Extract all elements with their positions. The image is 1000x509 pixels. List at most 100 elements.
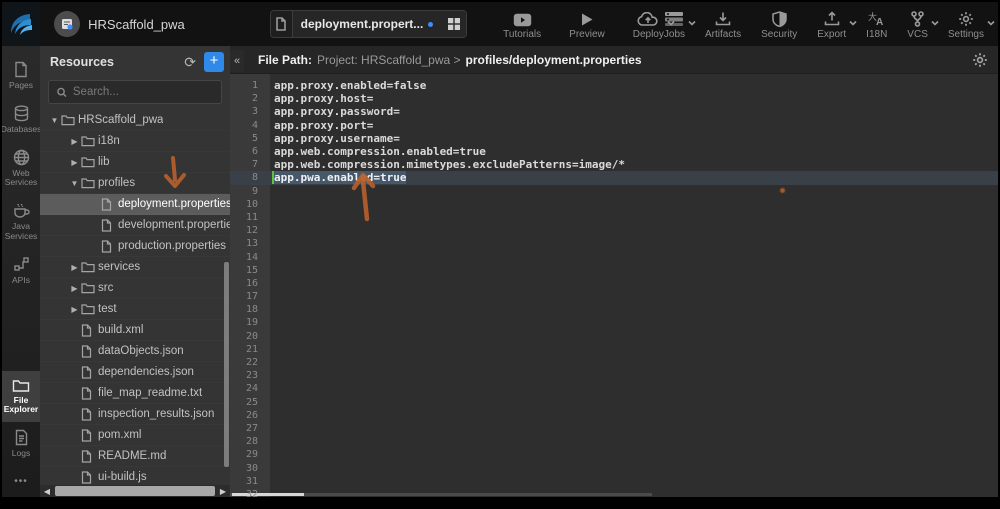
code-line-4[interactable]: 4app.proxy.port= (230, 119, 998, 132)
code-line-24[interactable]: 24 (230, 382, 998, 395)
tree-item-label: deployment.properties (118, 198, 230, 210)
scroll-right-icon[interactable]: ▶ (216, 485, 230, 497)
scroll-left-icon[interactable]: ◀ (40, 485, 54, 497)
tree-item-i18n[interactable]: ▶i18n (40, 131, 230, 152)
code-line-22[interactable]: 22 (230, 356, 998, 369)
code-line-23[interactable]: 23 (230, 369, 998, 382)
tree-item-ui-build-js[interactable]: ui-build.js (40, 467, 230, 485)
vcs-button[interactable]: VCS (907, 9, 928, 40)
code-line-28[interactable]: 28 (230, 435, 998, 448)
code-line-20[interactable]: 20 (230, 330, 998, 343)
sidebar-item-java-services[interactable]: Java Services (2, 195, 40, 249)
tree-item-pom-xml[interactable]: pom.xml (40, 425, 230, 446)
code-line-1[interactable]: 1app.proxy.enabled=false (230, 79, 998, 92)
export-button[interactable]: Export (817, 9, 846, 40)
line-number: 10 (230, 199, 264, 210)
tab-deployment-properties[interactable]: deployment.propert... (293, 11, 442, 37)
tree-item-production-properties[interactable]: production.properties (40, 236, 230, 257)
chevron-down-icon[interactable] (987, 18, 995, 29)
more-dots-icon[interactable]: ••• (2, 466, 40, 497)
chevron-down-icon[interactable] (688, 18, 696, 29)
editor-horizontal-scrollbar[interactable] (230, 493, 652, 496)
code-editor[interactable]: 1app.proxy.enabled=false2app.proxy.host=… (230, 74, 998, 497)
code-line-13[interactable]: 13 (230, 237, 998, 250)
sidebar-item-pages[interactable]: Pages (2, 54, 40, 98)
expand-arrow-icon[interactable]: ▶ (68, 158, 81, 167)
code-line-5[interactable]: 5app.proxy.username= (230, 132, 998, 145)
code-line-6[interactable]: 6app.web.compression.enabled=true (230, 145, 998, 158)
line-text: app.proxy.port= (274, 119, 373, 132)
security-button[interactable]: Security (761, 9, 797, 40)
code-line-10[interactable]: 10 (230, 198, 998, 211)
tree-item-file-map-readme-txt[interactable]: file_map_readme.txt (40, 383, 230, 404)
grid-icon[interactable] (441, 11, 466, 37)
settings-button[interactable]: Settings (948, 9, 984, 40)
code-line-29[interactable]: 29 (230, 448, 998, 461)
code-line-25[interactable]: 25 (230, 396, 998, 409)
scrollbar-thumb[interactable] (55, 486, 215, 496)
editor-settings-gear-icon[interactable] (972, 52, 988, 68)
collapse-arrow-icon[interactable]: ▼ (48, 116, 61, 125)
expand-arrow-icon[interactable]: ▶ (68, 137, 81, 146)
tutorials-button[interactable]: Tutorials (503, 9, 541, 40)
code-line-15[interactable]: 15 (230, 264, 998, 277)
code-line-7[interactable]: 7app.web.compression.mimetypes.excludePa… (230, 158, 998, 171)
tree-item-src[interactable]: ▶src (40, 278, 230, 299)
search-input[interactable] (73, 86, 213, 98)
file-icon[interactable] (271, 11, 293, 37)
add-resource-button[interactable]: + (204, 52, 224, 72)
code-line-3[interactable]: 3app.proxy.password= (230, 105, 998, 118)
code-line-26[interactable]: 26 (230, 409, 998, 422)
code-line-30[interactable]: 30 (230, 461, 998, 474)
sidebar-item-logs[interactable]: Logs (2, 422, 40, 466)
tree-item-dataobjects-json[interactable]: dataObjects.json (40, 341, 230, 362)
tree-item-dependencies-json[interactable]: dependencies.json (40, 362, 230, 383)
expand-arrow-icon[interactable]: ▶ (68, 284, 81, 293)
code-line-12[interactable]: 12 (230, 224, 998, 237)
tree-item-profiles[interactable]: ▼profiles (40, 173, 230, 194)
code-line-31[interactable]: 31 (230, 475, 998, 488)
preview-button[interactable]: Preview (569, 9, 605, 40)
wavemaker-logo[interactable] (2, 2, 40, 46)
tree-vertical-scrollbar[interactable] (224, 262, 229, 467)
tree-item-build-xml[interactable]: build.xml (40, 320, 230, 341)
deploy-button[interactable]: Deploy (633, 9, 664, 40)
code-line-21[interactable]: 21 (230, 343, 998, 356)
code-line-16[interactable]: 16 (230, 277, 998, 290)
code-line-9[interactable]: 9 (230, 185, 998, 198)
sidebar-item-web-services[interactable]: Web Services (2, 142, 40, 196)
tree-item-inspection-results-json[interactable]: inspection_results.json (40, 404, 230, 425)
jobs-button[interactable]: Jobs (664, 9, 685, 40)
tree-item-test[interactable]: ▶test (40, 299, 230, 320)
tree-item-label: HRScaffold_pwa (78, 114, 163, 126)
tree-item-deployment-properties[interactable]: deployment.properties (40, 194, 230, 215)
expand-arrow-icon[interactable]: ▶ (68, 263, 81, 272)
refresh-icon[interactable]: ⟳ (184, 54, 196, 71)
sidebar-item-apis[interactable]: APIs (2, 249, 40, 293)
chevron-down-icon[interactable] (849, 18, 857, 29)
collapse-panel-icon[interactable]: « (230, 50, 244, 72)
tree-item-lib[interactable]: ▶lib (40, 152, 230, 173)
i18n-button[interactable]: 大A I18N (866, 9, 887, 40)
sidebar-item-databases[interactable]: Databases (2, 98, 40, 142)
sidebar-item-file-explorer[interactable]: File Explorer (2, 371, 40, 423)
expand-arrow-icon[interactable]: ▶ (68, 305, 81, 314)
chevron-down-icon[interactable] (931, 18, 939, 29)
tree-horizontal-scrollbar[interactable]: ◀ ▶ (40, 485, 230, 497)
collapse-arrow-icon[interactable]: ▼ (68, 179, 81, 188)
code-line-19[interactable]: 19 (230, 316, 998, 329)
tree-item-services[interactable]: ▶services (40, 257, 230, 278)
code-line-11[interactable]: 11 (230, 211, 998, 224)
code-line-2[interactable]: 2app.proxy.host= (230, 92, 998, 105)
tree-item-development-properties[interactable]: development.properties (40, 215, 230, 236)
code-line-18[interactable]: 18 (230, 303, 998, 316)
code-line-8[interactable]: 8app.pwa.enabled=true (230, 171, 998, 184)
artifacts-button[interactable]: Artifacts (705, 9, 741, 40)
project-switcher[interactable]: HRScaffold_pwa (54, 11, 226, 37)
code-line-17[interactable]: 17 (230, 290, 998, 303)
tree-item-readme-md[interactable]: README.md (40, 446, 230, 467)
tree-item-hrscaffold-pwa[interactable]: ▼ HRScaffold_pwa (40, 110, 230, 131)
code-line-14[interactable]: 14 (230, 250, 998, 263)
code-line-27[interactable]: 27 (230, 422, 998, 435)
resource-search[interactable] (48, 80, 222, 104)
